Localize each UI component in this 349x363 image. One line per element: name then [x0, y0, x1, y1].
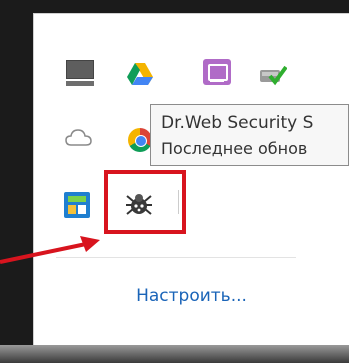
drweb-tooltip: Dr.Web Security S Последнее обнов — [150, 104, 349, 166]
tooltip-title: Dr.Web Security S — [161, 113, 314, 133]
customize-link[interactable]: Настроить... — [17, 286, 349, 306]
google-drive-icon[interactable] — [126, 60, 154, 88]
cloud-icon[interactable] — [64, 126, 92, 154]
chrome-icon[interactable] — [128, 128, 152, 152]
screen-bottom-edge — [0, 345, 349, 363]
checkmark-drive-icon[interactable] — [259, 62, 288, 90]
tooltip-status: Последнее обнов — [161, 139, 308, 158]
blue-grid-app-icon[interactable] — [64, 192, 90, 218]
display-icon[interactable] — [66, 60, 94, 88]
annotation-arrow-icon — [0, 236, 100, 264]
purple-window-icon[interactable] — [203, 59, 231, 85]
annotation-highlight-box — [104, 170, 186, 234]
desktop-background — [0, 0, 34, 363]
